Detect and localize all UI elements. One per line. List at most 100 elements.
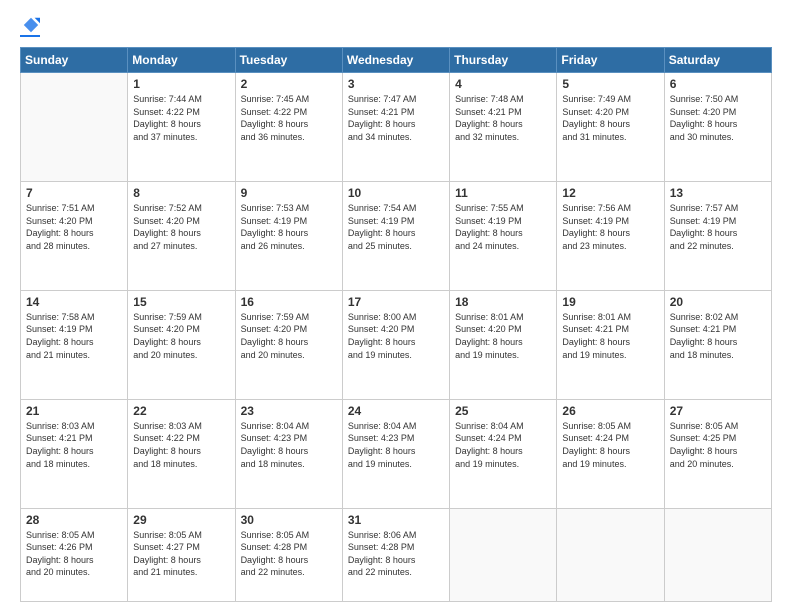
- day-info: Sunrise: 8:06 AM Sunset: 4:28 PM Dayligh…: [348, 529, 444, 579]
- day-number: 1: [133, 77, 229, 91]
- day-number: 11: [455, 186, 551, 200]
- calendar-cell: 12Sunrise: 7:56 AM Sunset: 4:19 PM Dayli…: [557, 181, 664, 290]
- calendar-cell: [450, 508, 557, 601]
- day-number: 7: [26, 186, 122, 200]
- calendar-cell: 24 Sunrise: 8:04 AM Sunset: 4:23 PM Dayli…: [342, 399, 449, 508]
- weekday-header-sunday: Sunday: [21, 48, 128, 73]
- day-number: 24: [348, 404, 444, 418]
- day-info: Sunrise: 7:49 AM Sunset: 4:20 PM Dayligh…: [562, 93, 658, 143]
- day-number: 17: [348, 295, 444, 309]
- day-number: 22: [133, 404, 229, 418]
- day-info: Sunrise: 7:54 AM Sunset: 4:19 PM Dayligh…: [348, 202, 444, 252]
- calendar-cell: 9 Sunrise: 7:53 AM Sunset: 4:19 PM Daylig…: [235, 181, 342, 290]
- day-info: Sunrise: 8:01 AM Sunset: 4:20 PM Dayligh…: [455, 311, 551, 361]
- weekday-header-friday: Friday: [557, 48, 664, 73]
- calendar-cell: 18 Sunrise: 8:01 AM Sunset: 4:20 PM Dayli…: [450, 290, 557, 399]
- day-number: 4: [455, 77, 551, 91]
- day-info: Sunrise: 8:01 AM Sunset: 4:21 PM Dayligh…: [562, 311, 658, 361]
- day-number: 10: [348, 186, 444, 200]
- calendar-cell: 14 Sunrise: 7:58 AM Sunset: 4:19 PM Dayli…: [21, 290, 128, 399]
- calendar-cell: 30 Sunrise: 8:05 AM Sunset: 4:28 PM Dayli…: [235, 508, 342, 601]
- calendar-cell: 7 Sunrise: 7:51 AM Sunset: 4:20 PM Daylig…: [21, 181, 128, 290]
- calendar-cell: [21, 73, 128, 182]
- day-number: 18: [455, 295, 551, 309]
- day-number: 25: [455, 404, 551, 418]
- calendar-cell: [557, 508, 664, 601]
- day-info: Sunrise: 7:59 AM Sunset: 4:20 PM Dayligh…: [133, 311, 229, 361]
- week-row-1: 1 Sunrise: 7:44 AM Sunset: 4:22 PM Daylig…: [21, 73, 772, 182]
- day-number: 16: [241, 295, 337, 309]
- day-info: Sunrise: 8:05 AM Sunset: 4:27 PM Dayligh…: [133, 529, 229, 579]
- day-info: Sunrise: 8:05 AM Sunset: 4:26 PM Dayligh…: [26, 529, 122, 579]
- day-info: Sunrise: 8:04 AM Sunset: 4:23 PM Dayligh…: [241, 420, 337, 470]
- calendar-cell: 22 Sunrise: 8:03 AM Sunset: 4:22 PM Dayli…: [128, 399, 235, 508]
- day-number: 15: [133, 295, 229, 309]
- day-info: Sunrise: 8:05 AM Sunset: 4:25 PM Dayligh…: [670, 420, 766, 470]
- weekday-header-monday: Monday: [128, 48, 235, 73]
- calendar-cell: 26 Sunrise: 8:05 AM Sunset: 4:24 PM Dayli…: [557, 399, 664, 508]
- calendar-cell: 19Sunrise: 8:01 AM Sunset: 4:21 PM Dayli…: [557, 290, 664, 399]
- calendar-cell: 28 Sunrise: 8:05 AM Sunset: 4:26 PM Dayli…: [21, 508, 128, 601]
- calendar-cell: 10 Sunrise: 7:54 AM Sunset: 4:19 PM Dayli…: [342, 181, 449, 290]
- calendar-cell: 3 Sunrise: 7:47 AM Sunset: 4:21 PM Daylig…: [342, 73, 449, 182]
- day-number: 5: [562, 77, 658, 91]
- weekday-header-wednesday: Wednesday: [342, 48, 449, 73]
- day-number: 28: [26, 513, 122, 527]
- day-info: Sunrise: 7:45 AM Sunset: 4:22 PM Dayligh…: [241, 93, 337, 143]
- calendar-cell: 13 Sunrise: 7:57 AM Sunset: 4:19 PM Dayli…: [664, 181, 771, 290]
- day-info: Sunrise: 7:58 AM Sunset: 4:19 PM Dayligh…: [26, 311, 122, 361]
- day-info: Sunrise: 7:50 AM Sunset: 4:20 PM Dayligh…: [670, 93, 766, 143]
- day-number: 3: [348, 77, 444, 91]
- week-row-5: 28 Sunrise: 8:05 AM Sunset: 4:26 PM Dayli…: [21, 508, 772, 601]
- day-info: Sunrise: 8:04 AM Sunset: 4:24 PM Dayligh…: [455, 420, 551, 470]
- day-info: Sunrise: 7:57 AM Sunset: 4:19 PM Dayligh…: [670, 202, 766, 252]
- day-info: Sunrise: 7:44 AM Sunset: 4:22 PM Dayligh…: [133, 93, 229, 143]
- calendar-cell: 27 Sunrise: 8:05 AM Sunset: 4:25 PM Dayli…: [664, 399, 771, 508]
- logo: [20, 16, 40, 37]
- day-info: Sunrise: 7:59 AM Sunset: 4:20 PM Dayligh…: [241, 311, 337, 361]
- calendar-cell: 17 Sunrise: 8:00 AM Sunset: 4:20 PM Dayli…: [342, 290, 449, 399]
- day-info: Sunrise: 8:04 AM Sunset: 4:23 PM Dayligh…: [348, 420, 444, 470]
- header: [20, 16, 772, 37]
- week-row-4: 21Sunrise: 8:03 AM Sunset: 4:21 PM Dayli…: [21, 399, 772, 508]
- day-info: Sunrise: 7:53 AM Sunset: 4:19 PM Dayligh…: [241, 202, 337, 252]
- day-number: 27: [670, 404, 766, 418]
- day-number: 13: [670, 186, 766, 200]
- day-number: 31: [348, 513, 444, 527]
- calendar-cell: 15 Sunrise: 7:59 AM Sunset: 4:20 PM Dayli…: [128, 290, 235, 399]
- calendar-table: SundayMondayTuesdayWednesdayThursdayFrid…: [20, 47, 772, 602]
- day-number: 6: [670, 77, 766, 91]
- day-info: Sunrise: 7:56 AM Sunset: 4:19 PM Dayligh…: [562, 202, 658, 252]
- day-number: 8: [133, 186, 229, 200]
- weekday-header-thursday: Thursday: [450, 48, 557, 73]
- calendar-cell: 2 Sunrise: 7:45 AM Sunset: 4:22 PM Daylig…: [235, 73, 342, 182]
- day-info: Sunrise: 8:05 AM Sunset: 4:24 PM Dayligh…: [562, 420, 658, 470]
- calendar-cell: 25 Sunrise: 8:04 AM Sunset: 4:24 PM Dayli…: [450, 399, 557, 508]
- calendar-cell: 11 Sunrise: 7:55 AM Sunset: 4:19 PM Dayli…: [450, 181, 557, 290]
- day-info: Sunrise: 7:48 AM Sunset: 4:21 PM Dayligh…: [455, 93, 551, 143]
- day-info: Sunrise: 8:03 AM Sunset: 4:21 PM Dayligh…: [26, 420, 122, 470]
- calendar-cell: 8 Sunrise: 7:52 AM Sunset: 4:20 PM Daylig…: [128, 181, 235, 290]
- day-number: 9: [241, 186, 337, 200]
- weekday-header-row: SundayMondayTuesdayWednesdayThursdayFrid…: [21, 48, 772, 73]
- weekday-header-tuesday: Tuesday: [235, 48, 342, 73]
- logo-underline: [20, 35, 40, 37]
- calendar-cell: 4 Sunrise: 7:48 AM Sunset: 4:21 PM Daylig…: [450, 73, 557, 182]
- day-number: 26: [562, 404, 658, 418]
- calendar-cell: 20Sunrise: 8:02 AM Sunset: 4:21 PM Dayli…: [664, 290, 771, 399]
- day-info: Sunrise: 8:03 AM Sunset: 4:22 PM Dayligh…: [133, 420, 229, 470]
- day-info: Sunrise: 8:05 AM Sunset: 4:28 PM Dayligh…: [241, 529, 337, 579]
- weekday-header-saturday: Saturday: [664, 48, 771, 73]
- day-info: Sunrise: 8:02 AM Sunset: 4:21 PM Dayligh…: [670, 311, 766, 361]
- day-info: Sunrise: 7:47 AM Sunset: 4:21 PM Dayligh…: [348, 93, 444, 143]
- calendar-cell: 6 Sunrise: 7:50 AM Sunset: 4:20 PM Daylig…: [664, 73, 771, 182]
- day-info: Sunrise: 7:51 AM Sunset: 4:20 PM Dayligh…: [26, 202, 122, 252]
- day-info: Sunrise: 7:52 AM Sunset: 4:20 PM Dayligh…: [133, 202, 229, 252]
- day-number: 30: [241, 513, 337, 527]
- calendar-cell: 21Sunrise: 8:03 AM Sunset: 4:21 PM Dayli…: [21, 399, 128, 508]
- day-info: Sunrise: 8:00 AM Sunset: 4:20 PM Dayligh…: [348, 311, 444, 361]
- day-number: 2: [241, 77, 337, 91]
- page: SundayMondayTuesdayWednesdayThursdayFrid…: [0, 0, 792, 612]
- day-number: 14: [26, 295, 122, 309]
- day-info: Sunrise: 7:55 AM Sunset: 4:19 PM Dayligh…: [455, 202, 551, 252]
